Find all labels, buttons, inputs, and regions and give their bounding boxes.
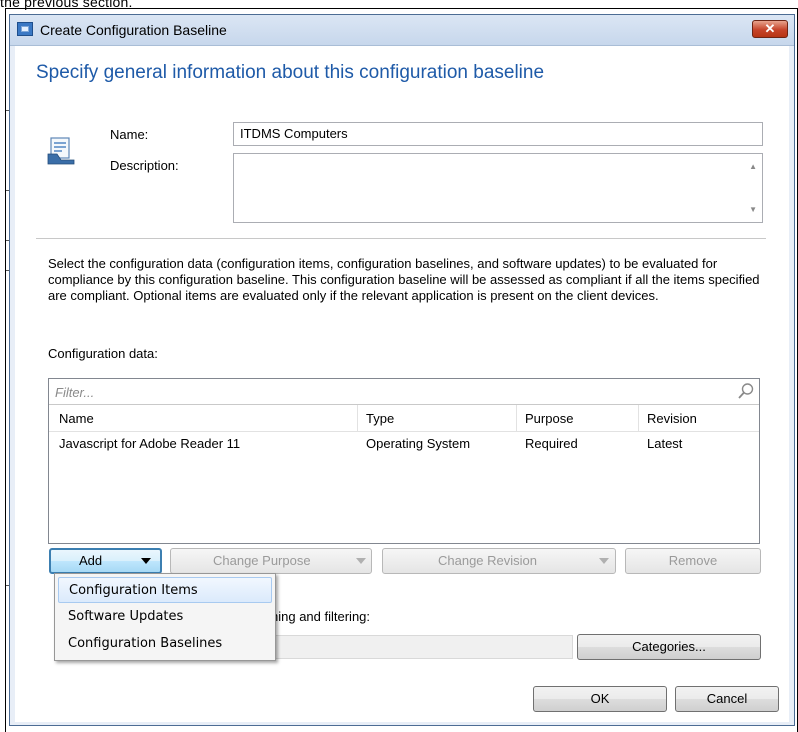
- change-purpose-button[interactable]: Change Purpose: [170, 548, 372, 574]
- column-separator: [357, 405, 358, 431]
- window-app-icon: [17, 22, 33, 36]
- filter-input[interactable]: Filter...: [55, 385, 94, 400]
- add-dropdown-menu: Configuration Items Software Updates Con…: [54, 573, 276, 661]
- title-bar[interactable]: Create Configuration Baseline ✕: [10, 15, 794, 46]
- configuration-data-panel: Filter... Name Type Purpose Revision Jav…: [48, 378, 760, 544]
- name-field[interactable]: ITDMS Computers: [233, 122, 763, 146]
- grid-header: Name Type Purpose Revision: [49, 405, 759, 432]
- ok-button[interactable]: OK: [533, 686, 667, 712]
- table-row[interactable]: Javascript for Adobe Reader 11 Operating…: [49, 431, 759, 457]
- column-header-name[interactable]: Name: [59, 411, 94, 426]
- properties-icon: [47, 137, 75, 165]
- description-field[interactable]: ▲ ▼: [233, 153, 763, 223]
- change-revision-label: Change Revision: [438, 553, 538, 568]
- scroll-down-arrow-icon[interactable]: ▼: [749, 205, 757, 214]
- description-label: Description:: [110, 158, 179, 173]
- window-title: Create Configuration Baseline: [40, 22, 227, 38]
- column-header-type[interactable]: Type: [366, 411, 394, 426]
- add-button-label: Add: [79, 553, 103, 568]
- chevron-down-icon: [356, 558, 366, 564]
- create-configuration-baseline-dialog: Create Configuration Baseline ✕ Specify …: [9, 14, 795, 726]
- column-header-revision[interactable]: Revision: [647, 411, 697, 426]
- change-revision-button[interactable]: Change Revision: [382, 548, 616, 574]
- configuration-info-text: Select the configuration data (configura…: [48, 256, 760, 303]
- search-filter-label: hing and filtering:: [271, 609, 371, 624]
- configuration-data-label: Configuration data:: [48, 346, 158, 361]
- close-icon: ✕: [764, 21, 776, 36]
- filter-bar[interactable]: Filter...: [49, 379, 759, 405]
- search-icon[interactable]: [737, 382, 755, 400]
- column-separator: [638, 405, 639, 431]
- column-header-purpose[interactable]: Purpose: [525, 411, 573, 426]
- name-label: Name:: [110, 127, 149, 142]
- row-revision-cell: Latest: [647, 436, 683, 451]
- scroll-up-arrow-icon[interactable]: ▲: [749, 162, 757, 171]
- row-name-cell: Javascript for Adobe Reader 11: [59, 436, 241, 451]
- chevron-down-icon: [141, 558, 151, 564]
- menu-item-configuration-items[interactable]: Configuration Items: [58, 577, 272, 603]
- add-button[interactable]: Add: [49, 548, 162, 574]
- cancel-button[interactable]: Cancel: [675, 686, 779, 712]
- close-button[interactable]: ✕: [752, 20, 788, 38]
- menu-item-software-updates[interactable]: Software Updates: [58, 604, 272, 630]
- remove-button[interactable]: Remove: [625, 548, 761, 574]
- section-divider: [36, 238, 766, 239]
- change-purpose-label: Change Purpose: [213, 553, 311, 568]
- column-separator: [516, 405, 517, 431]
- menu-item-configuration-baselines[interactable]: Configuration Baselines: [58, 631, 272, 657]
- categories-button[interactable]: Categories...: [577, 634, 761, 660]
- categories-field: [271, 635, 573, 659]
- page-heading: Specify general information about this c…: [36, 62, 545, 83]
- row-type-cell: Operating System: [366, 436, 471, 451]
- dialog-content: Specify general information about this c…: [15, 46, 789, 722]
- background-frame-top: [5, 8, 797, 9]
- row-purpose-cell: Required: [525, 436, 578, 451]
- chevron-down-icon: [599, 558, 609, 564]
- background-frame-left: [5, 8, 6, 732]
